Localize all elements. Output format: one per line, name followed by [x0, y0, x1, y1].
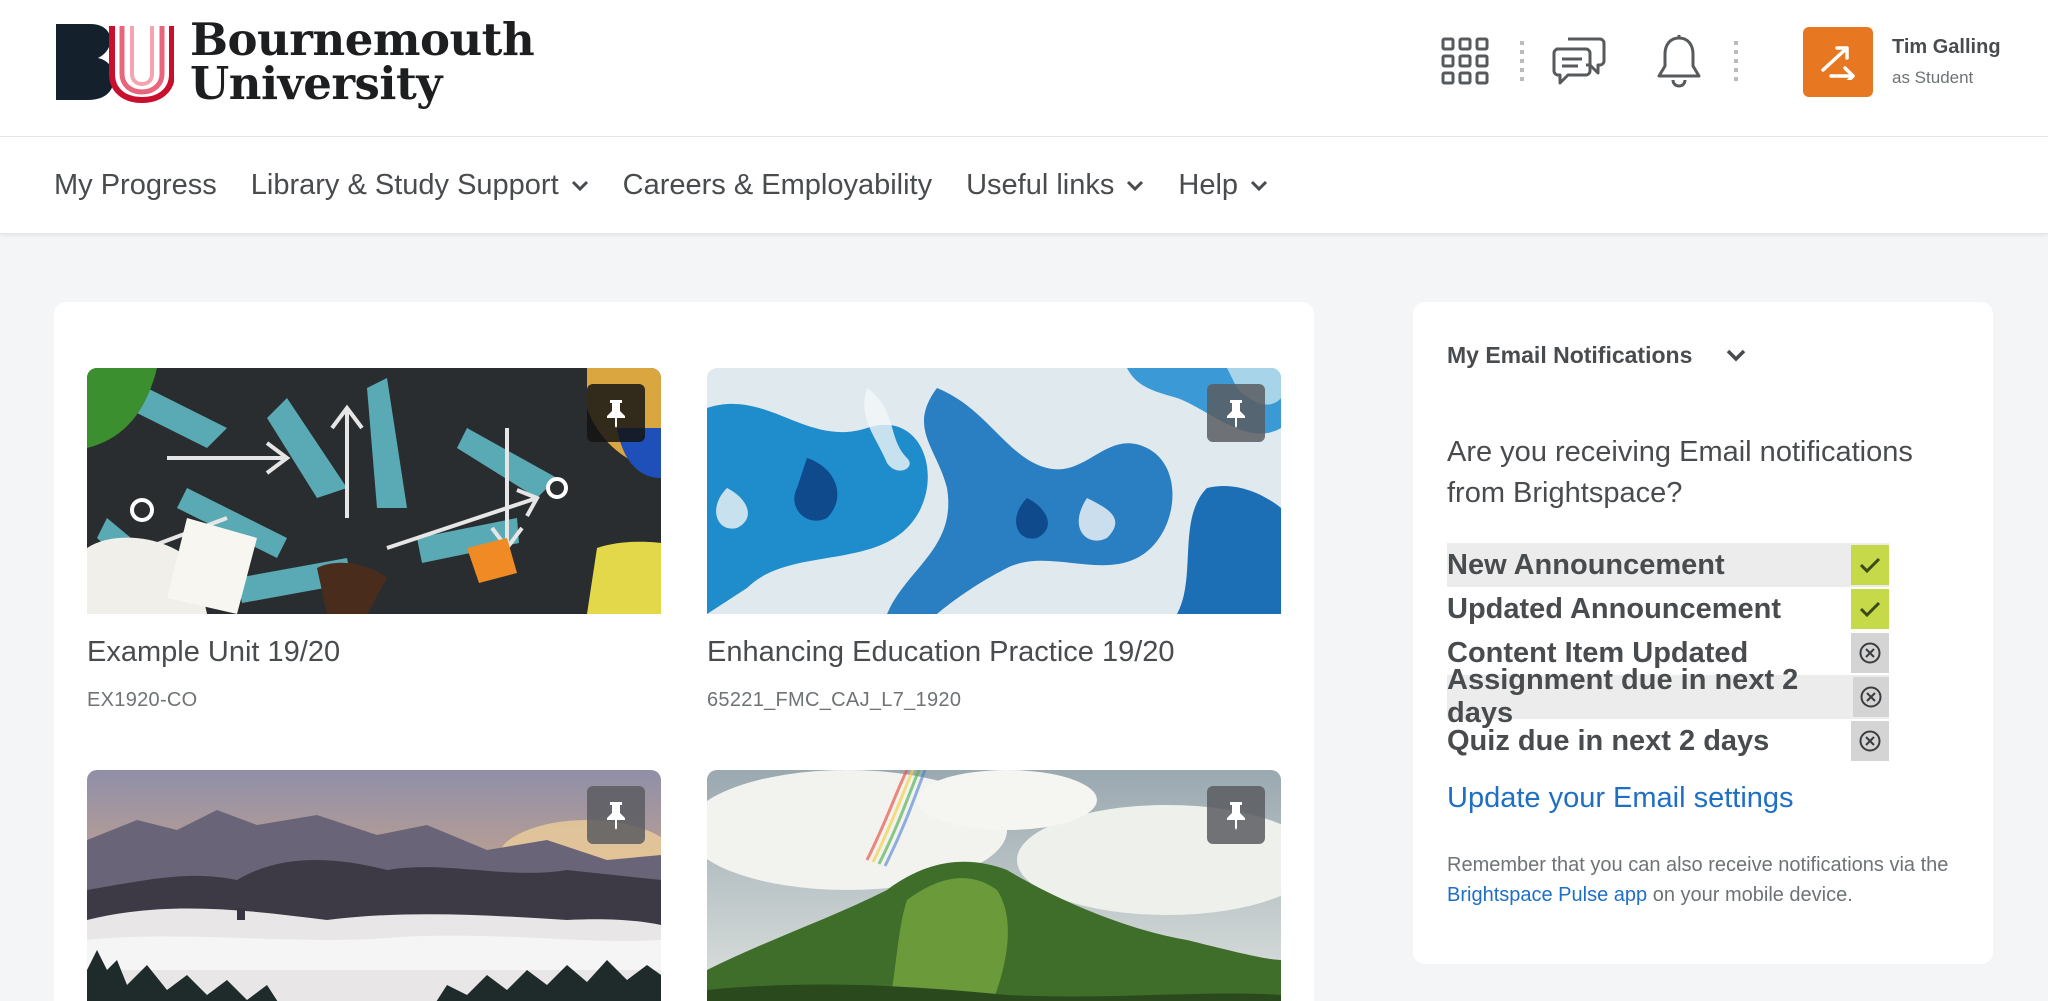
user-role: as Student — [1892, 68, 1974, 87]
course-tile[interactable]: Example Unit 19/20 EX1920-CO — [87, 368, 661, 712]
nav-label: Careers & Employability — [622, 169, 933, 201]
main-navigation: My Progress Library & Study Support Care… — [0, 137, 2048, 234]
notification-label: Quiz due in next 2 days — [1447, 724, 1770, 757]
notification-row: Updated Announcement — [1447, 587, 1889, 631]
cross-circle-icon — [1852, 677, 1889, 717]
pin-icon[interactable] — [1207, 786, 1265, 844]
logo-line-1: Bournemouth — [190, 13, 535, 66]
note-text-after: on your mobile device. — [1647, 884, 1853, 906]
header-divider — [1734, 41, 1738, 81]
user-menu[interactable]: Tim Galling as Student — [1803, 27, 2001, 97]
note-text-before: Remember that you can also receive notif… — [1447, 854, 1949, 876]
chevron-down-icon — [571, 180, 588, 191]
course-image-arrows — [87, 368, 661, 614]
notification-label: Updated Announcement — [1447, 592, 1782, 625]
nav-library-study-support[interactable]: Library & Study Support — [251, 169, 589, 202]
course-image-blue-marble — [707, 368, 1281, 614]
pin-icon[interactable] — [587, 786, 645, 844]
notifications-header[interactable]: My Email Notifications — [1447, 342, 1746, 369]
nav-label: Help — [1178, 169, 1239, 201]
notification-label: New Announcement — [1447, 548, 1725, 581]
course-title[interactable]: Example Unit 19/20 — [87, 636, 661, 669]
course-tile[interactable] — [707, 770, 1281, 1001]
cross-circle-icon — [1851, 633, 1889, 673]
nav-label: My Progress — [54, 169, 217, 201]
course-title[interactable]: Enhancing Education Practice 19/20 — [707, 636, 1281, 669]
header-actions — [1430, 24, 1758, 98]
chevron-down-icon — [1727, 349, 1746, 362]
notification-status-list: New Announcement Updated Announcement Co… — [1447, 543, 1889, 763]
nav-useful-links[interactable]: Useful links — [966, 169, 1144, 202]
chevron-down-icon — [1250, 180, 1268, 191]
email-notifications-widget: My Email Notifications Are you receiving… — [1413, 302, 1993, 964]
course-image-misty-mountains — [87, 770, 661, 1001]
notifications-question: Are you receiving Email notifications fr… — [1447, 436, 1913, 509]
course-image-green-mountain — [707, 770, 1281, 1001]
course-code: EX1920-CO — [87, 689, 198, 711]
user-info: Tim Galling as Student — [1892, 36, 2001, 88]
cross-circle-icon — [1851, 721, 1889, 761]
pin-icon[interactable] — [587, 384, 645, 442]
nav-help[interactable]: Help — [1178, 169, 1268, 202]
notification-row: Assignment due in next 2 days — [1447, 664, 1889, 729]
chevron-down-icon — [1127, 180, 1144, 191]
top-header: Bournemouth University Tim Galling as St… — [0, 0, 2048, 137]
update-email-settings-link[interactable]: Update your Email settings — [1447, 782, 1794, 815]
course-tile[interactable] — [87, 770, 661, 1001]
switch-arrows-icon — [1803, 27, 1873, 97]
notifications-heading: My Email Notifications — [1447, 342, 1693, 368]
nav-label: Useful links — [966, 169, 1115, 201]
header-divider — [1520, 41, 1524, 81]
app-grid-icon[interactable] — [1430, 26, 1500, 96]
course-tile[interactable]: Enhancing Education Practice 19/20 65221… — [707, 368, 1281, 712]
logo-wordmark: Bournemouth University — [190, 13, 535, 110]
check-icon — [1851, 545, 1889, 585]
my-courses-widget: Example Unit 19/20 EX1920-CO Enhancing E… — [54, 302, 1314, 1001]
message-alerts-icon[interactable] — [1544, 26, 1614, 96]
notifications-note: Remember that you can also receive notif… — [1447, 850, 1967, 910]
nav-my-progress[interactable]: My Progress — [54, 169, 217, 202]
brightspace-pulse-link[interactable]: Brightspace Pulse app — [1447, 884, 1647, 906]
bell-icon[interactable] — [1644, 26, 1714, 96]
pin-icon[interactable] — [1207, 384, 1265, 442]
bu-logo-mark — [56, 24, 174, 104]
course-code: 65221_FMC_CAJ_L7_1920 — [707, 689, 962, 711]
nav-careers-employability[interactable]: Careers & Employability — [623, 169, 932, 202]
logo-line-2: University — [190, 57, 442, 110]
nav-label: Library & Study Support — [250, 169, 559, 201]
notification-row: New Announcement — [1447, 543, 1889, 587]
notification-label: Assignment due in next 2 days — [1447, 664, 1799, 729]
check-icon — [1851, 589, 1889, 629]
university-logo[interactable]: Bournemouth University — [54, 13, 535, 110]
user-name: Tim Galling — [1892, 36, 2001, 58]
